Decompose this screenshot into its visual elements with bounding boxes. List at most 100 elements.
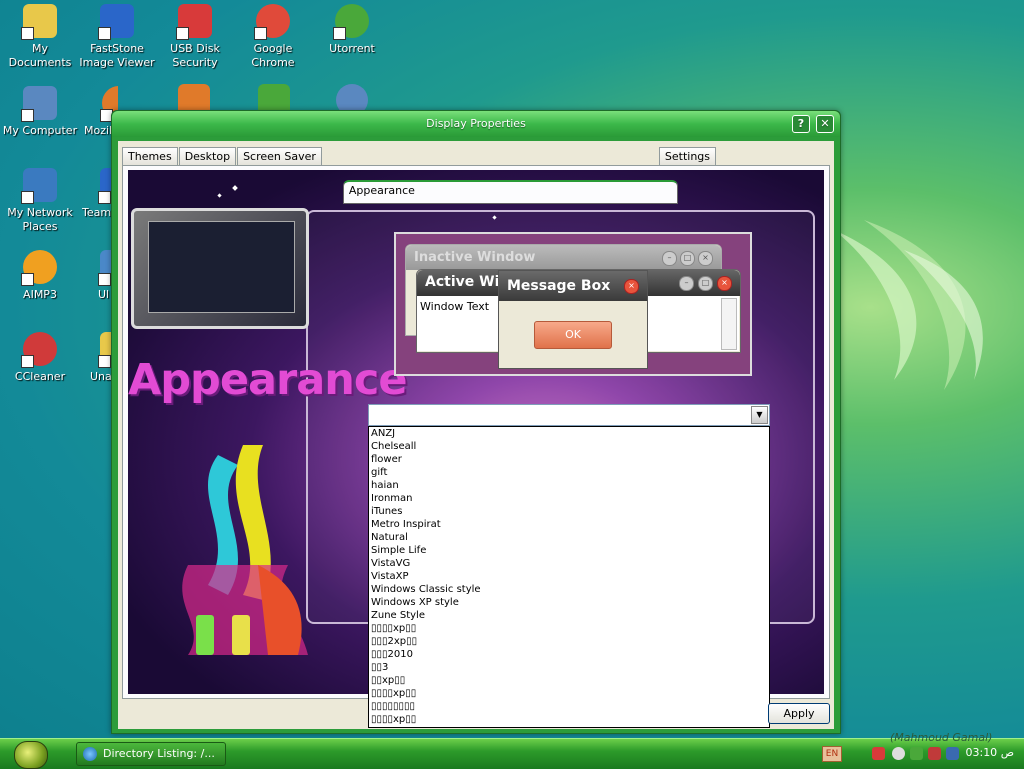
dropdown-option[interactable]: ▯▯▯▯xp▯▯ (369, 622, 769, 635)
chevron-down-icon[interactable]: ▼ (751, 406, 768, 424)
desktop-icon-google-chrome[interactable]: Google Chrome (233, 2, 313, 70)
close-icon: × (698, 251, 713, 266)
window-title: Display Properties (426, 117, 526, 130)
dropdown-option[interactable]: Windows XP style (369, 596, 769, 609)
taskbar-item-directory-listing[interactable]: Directory Listing: /... (76, 742, 226, 766)
close-button[interactable]: ✕ (816, 115, 834, 133)
folder-icon (21, 4, 57, 40)
color-scheme-dropdown-list: ANZJ Chelseall flower gift haian Ironman iTune… (368, 426, 770, 728)
appearance-title: Appearance (128, 355, 408, 405)
desktop-icon-ul[interactable]: Ul (92, 248, 112, 302)
paint-splash-illustration (182, 445, 308, 655)
taskbar: Directory Listing: /... EN 03:10 ص (0, 738, 1024, 769)
dropdown-option[interactable]: VistaXP (369, 570, 769, 583)
desktop-icon-label: Una (90, 370, 112, 383)
status-icon[interactable] (892, 747, 905, 760)
antivirus-tray-icon[interactable] (928, 747, 941, 760)
desktop-icon-label: AIMP3 (23, 288, 57, 301)
desktop-icon-label: USB Disk Security (170, 42, 220, 69)
desktop-icon-label: Team (82, 206, 112, 219)
dropdown-option[interactable]: ANZJ (369, 427, 769, 440)
desktop-icon-usb-disk-security[interactable]: USB Disk Security (155, 2, 235, 70)
color-scheme-combo[interactable]: ▼ (368, 404, 770, 426)
network-tray-icon[interactable] (946, 747, 959, 760)
desktop-icon-label: FastStone Image Viewer (79, 42, 155, 69)
desktop-icon-label: CCleaner (14, 370, 66, 383)
desktop-icon-my-computer[interactable]: My Computer (0, 84, 80, 138)
dropdown-option[interactable]: ▯▯3 (369, 661, 769, 674)
desktop-icon-label: My Documents (8, 42, 72, 69)
faststone-icon (98, 4, 134, 40)
desktop-icon-my-documents[interactable]: My Documents (0, 2, 80, 70)
desktop-icon-unassociated[interactable]: Una (88, 330, 112, 384)
dropdown-option[interactable]: iTunes (369, 505, 769, 518)
desktop-icon-my-network-places[interactable]: My Network Places (0, 166, 80, 234)
close-icon: × (624, 279, 639, 294)
chrome-icon (254, 4, 290, 40)
desktop-icon-ccleaner[interactable]: CCleaner (0, 330, 80, 384)
preview-scrollbar (721, 298, 737, 350)
wallpaper-signature: (Mahmoud Gamal) (890, 731, 993, 744)
tab-strip: Themes Desktop Screen Saver Appearance S… (122, 145, 717, 204)
apply-button[interactable]: Apply (768, 703, 830, 724)
computer-icon (21, 86, 57, 122)
minimize-icon: – (662, 251, 677, 266)
tab-appearance[interactable]: Appearance (342, 180, 678, 204)
tab-settings[interactable]: Settings (658, 147, 717, 166)
dropdown-option[interactable]: flower (369, 453, 769, 466)
desktop-icon-label: Utorrent (329, 42, 375, 55)
tab-screen-saver[interactable]: Screen Saver (237, 147, 322, 166)
close-icon: × (717, 276, 732, 291)
dropdown-option[interactable]: Chelseall (369, 440, 769, 453)
dropdown-option[interactable]: ▯▯xp▯▯ (369, 674, 769, 687)
monitor-illustration (131, 208, 309, 329)
clock[interactable]: 03:10 ص (965, 746, 1014, 759)
maximize-icon: □ (680, 251, 695, 266)
desktop-icon-utorrent[interactable]: Utorrent (312, 2, 392, 56)
aimp-icon (21, 250, 57, 286)
desktop-icon-label: My Network Places (7, 206, 73, 233)
maximize-icon: □ (698, 276, 713, 291)
dropdown-option[interactable]: ▯▯▯▯xp▯▯ (369, 687, 769, 700)
desktop-icon-label: My Computer (2, 124, 78, 137)
utorrent-tray-icon[interactable] (910, 747, 923, 760)
desktop-icon-label: Ul (98, 288, 110, 301)
dropdown-option[interactable]: ▯▯▯2xp▯▯ (369, 635, 769, 648)
network-icon (21, 168, 57, 204)
dropdown-option[interactable]: Ironman (369, 492, 769, 505)
message-box-preview: Message Box × OK (498, 270, 648, 369)
taskbar-item-label: Directory Listing: /... (103, 747, 215, 760)
appearance-preview: Inactive Window – □ × Active Win – □ × W… (394, 232, 752, 376)
wallpaper-swoosh (834, 220, 983, 390)
dropdown-option[interactable]: ▯▯▯▯xp▯▯ (369, 713, 769, 726)
dropdown-option[interactable]: ▯▯▯▯▯▯▯▯ (369, 700, 769, 713)
desktop-icon-label: Google Chrome (251, 42, 295, 69)
shield-icon (176, 4, 212, 40)
tab-desktop[interactable]: Desktop (178, 147, 237, 166)
utorrent-icon (333, 4, 369, 40)
dropdown-option[interactable]: haian (369, 479, 769, 492)
dropdown-option[interactable]: gift (369, 466, 769, 479)
dropdown-option[interactable]: Zune Style (369, 609, 769, 622)
dropdown-option[interactable]: Metro Inspirat (369, 518, 769, 531)
shield-icon[interactable] (872, 747, 885, 760)
window-titlebar[interactable]: Display Properties ? ✕ (112, 111, 840, 137)
ok-button-preview: OK (534, 321, 612, 349)
desktop-icon-aimp3[interactable]: AIMP3 (0, 248, 80, 302)
tab-themes[interactable]: Themes (122, 147, 178, 166)
internet-explorer-icon (83, 747, 97, 761)
dropdown-option[interactable]: Natural (369, 531, 769, 544)
language-indicator[interactable]: EN (822, 746, 842, 762)
star-decoration (232, 185, 238, 191)
dropdown-option[interactable]: VistaVG (369, 557, 769, 570)
ccleaner-icon (21, 332, 57, 368)
help-button[interactable]: ? (792, 115, 810, 133)
desktop-icon-teamviewer[interactable]: Team (82, 166, 112, 220)
dropdown-option[interactable]: ▯▯▯2010 (369, 648, 769, 661)
minimize-icon: – (679, 276, 694, 291)
dropdown-option[interactable]: Windows Classic style (369, 583, 769, 596)
start-button[interactable] (14, 741, 48, 769)
desktop-icon-faststone[interactable]: FastStone Image Viewer (77, 2, 157, 70)
dropdown-option[interactable]: Simple Life (369, 544, 769, 557)
star-decoration (217, 193, 222, 198)
